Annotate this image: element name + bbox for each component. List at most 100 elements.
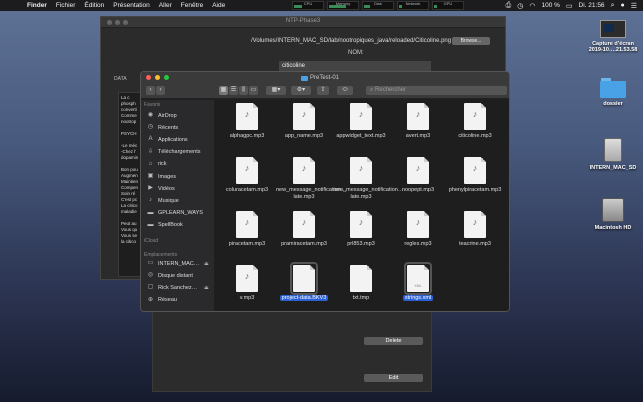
document-icon — [350, 265, 372, 292]
sidebar-item-intern-mac[interactable]: ▭ INTERN_MAC… — [147, 260, 200, 267]
browse-button[interactable]: Browse... — [452, 37, 490, 45]
menu-aller[interactable]: Aller — [159, 2, 172, 9]
search-icon[interactable]: ⌕ — [611, 2, 615, 10]
sidebar-item-disque-distant[interactable]: ◎ Disque distant — [147, 272, 193, 279]
battery-percent[interactable]: 100 % — [541, 2, 559, 9]
tags-icon[interactable]: ⬭ — [337, 86, 353, 95]
column-view-button[interactable]: ⫼ — [239, 86, 248, 95]
eject-icon[interactable]: ⏏ — [204, 261, 209, 267]
file-item[interactable]: ♪ phenylpiracetam.mp3 — [447, 157, 503, 194]
disk-meter[interactable]: Disk — [362, 1, 394, 10]
cpu-meter[interactable]: CPU — [292, 1, 324, 10]
sidebar-item-r-cents[interactable]: ◷ Récents — [147, 124, 178, 131]
sidebar-item-airdrop[interactable]: ◉ AirDrop — [147, 112, 177, 119]
sidebar-item-label: Rick Sanchez… — [158, 284, 198, 291]
sidebar-item-label: Disque distant — [158, 272, 193, 279]
eject-icon[interactable]: ⏏ — [204, 285, 209, 291]
finder-title: PreTest-01 — [301, 75, 339, 81]
file-item[interactable]: ♪ alphagpc.mp3 — [219, 103, 275, 140]
desktop-usb-drive[interactable]: INTERN_MAC_SD — [585, 138, 641, 171]
audio-file-icon: ♪ — [464, 103, 486, 130]
file-item[interactable]: ♪ piracetam.mp3 — [219, 211, 275, 248]
ntp-titlebar[interactable]: NTP-Phase3 — [101, 17, 505, 28]
sidebar-item-label: INTERN_MAC… — [158, 260, 200, 267]
file-item[interactable]: ♪ app_name.mp3 — [276, 103, 332, 140]
desktop-folder[interactable]: dossier — [590, 78, 636, 107]
file-item[interactable]: ♪ citicoline.mp3 — [447, 103, 503, 140]
file-item[interactable]: ♪ regles.mp3 — [390, 211, 446, 248]
folder-icon: ▬ — [147, 209, 154, 216]
file-item[interactable]: ♪ new_message_notification…late.mp3 — [276, 157, 346, 200]
clock[interactable]: Di. 21:56 — [579, 2, 605, 9]
menu-fenetre[interactable]: Fenêtre — [181, 2, 203, 9]
sidebar-item-rick[interactable]: ⌂ rick — [147, 161, 167, 168]
gallery-view-button[interactable]: ▭ — [249, 86, 258, 95]
notification-center-icon[interactable]: ☰ — [631, 2, 637, 10]
siri-icon[interactable]: ● — [620, 2, 624, 9]
file-item[interactable]: ♪ v.mp3 — [219, 265, 275, 302]
sidebar-item-r-seau[interactable]: ⊕ Réseau — [147, 297, 177, 304]
video-icon: ▶ — [148, 185, 153, 192]
forward-button[interactable]: › — [156, 86, 165, 95]
gpu-meter[interactable]: GPU — [432, 1, 464, 10]
edit-button[interactable]: Edit — [364, 374, 423, 382]
printer-icon[interactable]: ⎙ — [506, 2, 512, 10]
sidebar-item-applications[interactable]: A Applications — [147, 136, 187, 143]
file-item[interactable]: ♪ appwidget_text.mp3 — [333, 103, 389, 140]
sidebar-item-musique[interactable]: ♪ Musique — [147, 197, 179, 204]
sidebar-item-spellbook[interactable]: ▬ SpellBook — [147, 222, 183, 229]
icon-view-button[interactable]: ▦ — [219, 86, 228, 95]
finder-toolbar[interactable]: PreTest-01 ‹ › ▦ ☰ ⫼ ▭ ▦▾ ⚙▾ ⇪ ⬭ ⌕ Reche… — [141, 72, 509, 99]
search-field[interactable]: ⌕ Rechercher — [366, 86, 507, 95]
sidebar-item-label: Musique — [158, 197, 179, 204]
sidebar-item-images[interactable]: ▣ Images — [147, 173, 176, 180]
menu-finder[interactable]: Finder — [27, 2, 47, 9]
memory-meter[interactable]: Memory — [327, 1, 359, 10]
minimize-button[interactable] — [155, 75, 160, 80]
sidebar-item-t-l-chargements[interactable]: ⇩ Téléchargements — [147, 149, 201, 156]
sidebar-item-label: Images — [158, 173, 177, 180]
file-item[interactable]: ♪ new_message_notification…late.mp3 — [333, 157, 403, 200]
menu-bar: Finder Fichier Édition Présentation Alle… — [0, 0, 643, 11]
close-button[interactable] — [146, 75, 151, 80]
file-item[interactable]: ♪ avert.mp3 — [390, 103, 446, 140]
desktop-screenshot[interactable]: Capture d’écran 2019-10….21.53.58 — [585, 20, 641, 53]
file-item[interactable]: ♪ prl853.mp3 — [333, 211, 389, 248]
back-button[interactable]: ‹ — [146, 86, 155, 95]
file-name: project-data.BKV3 — [279, 295, 329, 301]
file-item[interactable]: ♪ teacrine.mp3 — [447, 211, 503, 248]
network-meter[interactable]: Network — [397, 1, 429, 10]
menu-fichier[interactable]: Fichier — [56, 2, 76, 9]
file-name: coluracetam.mp3 — [225, 187, 269, 193]
sidebar-item-vid-os[interactable]: ▶ Vidéos — [147, 185, 175, 192]
wifi-icon[interactable]: ◠ — [529, 2, 535, 10]
menu-edition[interactable]: Édition — [84, 2, 104, 9]
desktop-macintosh-hd[interactable]: Macintosh HD — [585, 198, 641, 231]
delete-button[interactable]: Delete — [364, 337, 423, 345]
zoom-button[interactable] — [164, 75, 169, 80]
file-item[interactable]: txt.tmp — [333, 265, 389, 302]
time-machine-icon[interactable]: ◷ — [517, 2, 523, 10]
menu-aide[interactable]: Aide — [212, 2, 225, 9]
sidebar-item-rick-sanchez[interactable]: ▢ Rick Sanchez… — [147, 284, 197, 291]
file-name: alphagpc.mp3 — [229, 133, 265, 139]
file-item[interactable]: XML strings.xml — [390, 262, 446, 302]
file-item[interactable]: ♪ pramiracetam.mp3 — [276, 211, 332, 248]
nom-label: NOM: — [348, 50, 364, 56]
menu-presentation[interactable]: Présentation — [113, 2, 150, 9]
battery-icon[interactable]: ▭ — [566, 2, 573, 10]
file-item[interactable]: project-data.BKV3 — [276, 262, 332, 302]
group-button[interactable]: ▦▾ — [266, 86, 286, 95]
audio-file-icon: ♪ — [293, 211, 315, 238]
file-name: piracetam.mp3 — [228, 241, 266, 247]
list-view-button[interactable]: ☰ — [229, 86, 238, 95]
audio-file-icon: ♪ — [293, 157, 315, 184]
action-gear-icon[interactable]: ⚙▾ — [291, 86, 311, 95]
file-item[interactable]: ♪ noopept.mp3 — [390, 157, 446, 194]
sidebar-item-label: SpellBook — [158, 222, 183, 229]
hard-drive-icon — [602, 198, 624, 222]
sidebar-item-gplearn-ways[interactable]: ▬ GPLEARN_WAYS — [147, 210, 203, 217]
share-icon[interactable]: ⇪ — [317, 86, 329, 95]
file-name: phenylpiracetam.mp3 — [448, 187, 502, 193]
file-item[interactable]: ♪ coluracetam.mp3 — [219, 157, 275, 194]
